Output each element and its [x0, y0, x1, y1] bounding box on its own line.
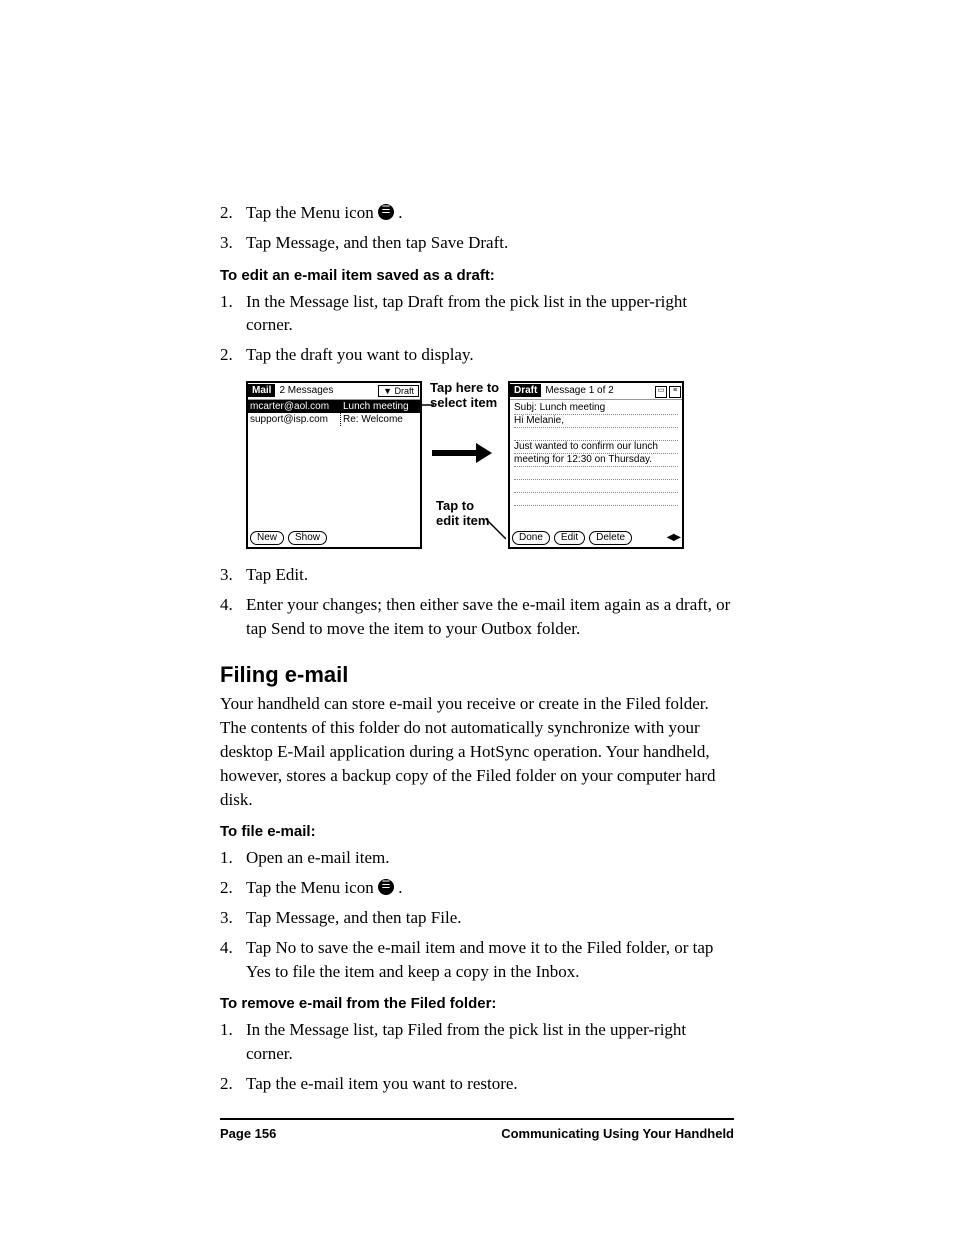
section-heading-filing: Filing e-mail: [220, 662, 734, 688]
step-number: 1.: [220, 290, 246, 338]
step-item: 1. In the Message list, tap Draft from t…: [220, 290, 734, 338]
step-text: Tap No to save the e-mail item and move …: [246, 936, 734, 984]
text-span: .: [398, 878, 402, 897]
text-span: Tap the Menu icon: [246, 203, 378, 222]
step-item: 2. Tap the Menu icon ☰ .: [220, 201, 734, 225]
step-text: Tap Message, and then tap Save Draft.: [246, 231, 734, 255]
mail-count-text: 2 Messages: [275, 385, 378, 396]
body-line: [514, 493, 678, 506]
text-span: .: [398, 203, 402, 222]
mail-rows: mcarter@aol.com Lunch meeting support@is…: [248, 400, 420, 426]
title-icons: ▭≡: [654, 384, 682, 398]
message-body: Subj: Lunch meeting Hi Melanie, Just wan…: [510, 400, 682, 529]
step-item: 2. Tap the draft you want to display.: [220, 343, 734, 367]
step-number: 1.: [220, 1018, 246, 1066]
body-line: Hi Melanie,: [514, 415, 678, 428]
step-text: Tap Message, and then tap File.: [246, 906, 734, 930]
step-item: 4. Tap No to save the e-mail item and mo…: [220, 936, 734, 984]
done-button[interactable]: Done: [512, 531, 550, 545]
body-line: [514, 428, 678, 441]
figure-row: Mail 2 Messages ▼ Draft mcarter@aol.com …: [246, 381, 734, 549]
step-number: 3.: [220, 563, 246, 587]
step-item: 3. Tap Edit.: [220, 563, 734, 587]
edit-button[interactable]: Edit: [554, 531, 585, 545]
mail-subject: Lunch meeting: [341, 400, 420, 413]
body-line: meeting for 12:30 on Thursday.: [514, 454, 678, 467]
section-paragraph: Your handheld can store e-mail you recei…: [220, 692, 734, 811]
callout-line-icon: [420, 401, 434, 409]
step-number: 4.: [220, 936, 246, 984]
step-item: 3. Tap Message, and then tap File.: [220, 906, 734, 930]
step-text: Tap the Menu icon ☰ .: [246, 876, 734, 900]
step-item: 1. In the Message list, tap Filed from t…: [220, 1018, 734, 1066]
mail-row[interactable]: support@isp.com Re: Welcome: [248, 413, 420, 426]
step-text: Tap the draft you want to display.: [246, 343, 734, 367]
step-number: 2.: [220, 201, 246, 225]
step-item: 4. Enter your changes; then either save …: [220, 593, 734, 641]
new-button[interactable]: New: [250, 531, 284, 545]
step-number: 3.: [220, 231, 246, 255]
mail-from: support@isp.com: [248, 413, 341, 426]
body-line: [514, 467, 678, 480]
nav-arrows-icon[interactable]: ◀▶: [667, 532, 680, 543]
step-number: 4.: [220, 593, 246, 641]
subheading-file-email: To file e-mail:: [220, 823, 734, 840]
mail-from: mcarter@aol.com: [248, 400, 341, 413]
mail-title-bar: Mail 2 Messages ▼ Draft: [248, 383, 420, 400]
step-item: 3. Tap Message, and then tap Save Draft.: [220, 231, 734, 255]
step-text: Tap the e-mail item you want to restore.: [246, 1072, 734, 1096]
mail-button-row: New Show: [248, 529, 420, 547]
mail-row[interactable]: mcarter@aol.com Lunch meeting: [248, 400, 420, 413]
step-number: 2.: [220, 876, 246, 900]
step-text: In the Message list, tap Draft from the …: [246, 290, 734, 338]
draft-button-row: Done Edit Delete ◀▶: [510, 529, 682, 547]
callout-select-item: Tap here to select item: [430, 381, 500, 411]
subheading-edit-draft: To edit an e-mail item saved as a draft:: [220, 267, 734, 284]
text-span: Tap the Menu icon: [246, 878, 378, 897]
step-text: Tap the Menu icon ☰ .: [246, 201, 734, 225]
menu-icon: ☰: [378, 879, 394, 895]
draft-title-bar: Draft Message 1 of 2 ▭≡: [510, 383, 682, 400]
document-page: 2. Tap the Menu icon ☰ . 3. Tap Message,…: [0, 0, 954, 1241]
step-number: 2.: [220, 343, 246, 367]
draft-app-label: Draft: [510, 384, 541, 397]
page-number: Page 156: [220, 1126, 276, 1141]
step-text: Open an e-mail item.: [246, 846, 734, 870]
chapter-title: Communicating Using Your Handheld: [501, 1126, 734, 1141]
arrow-right-icon: [432, 441, 492, 465]
subject-label: Subj:: [514, 402, 537, 413]
subject-value: Lunch meeting: [540, 402, 606, 413]
delete-button[interactable]: Delete: [589, 531, 632, 545]
step-text: In the Message list, tap Filed from the …: [246, 1018, 734, 1066]
mail-subject: Re: Welcome: [341, 413, 420, 426]
mail-list-screenshot: Mail 2 Messages ▼ Draft mcarter@aol.com …: [246, 381, 422, 549]
step-item: 2. Tap the Menu icon ☰ .: [220, 876, 734, 900]
step-text: Tap Edit.: [246, 563, 734, 587]
step-item: 1. Open an e-mail item.: [220, 846, 734, 870]
mail-app-label: Mail: [248, 384, 275, 397]
step-item: 2. Tap the e-mail item you want to resto…: [220, 1072, 734, 1096]
step-number: 2.: [220, 1072, 246, 1096]
body-line: [514, 480, 678, 493]
page-footer: Page 156 Communicating Using Your Handhe…: [220, 1118, 734, 1141]
window-icon[interactable]: ▭: [655, 386, 667, 398]
step-text: Enter your changes; then either save the…: [246, 593, 734, 641]
subheading-remove-filed: To remove e-mail from the Filed folder:: [220, 995, 734, 1012]
step-number: 3.: [220, 906, 246, 930]
list-icon[interactable]: ≡: [669, 386, 681, 398]
step-number: 1.: [220, 846, 246, 870]
message-position-text: Message 1 of 2: [541, 385, 654, 396]
menu-icon: ☰: [378, 204, 394, 220]
subject-line: Subj: Lunch meeting: [514, 402, 678, 415]
spacer: [248, 426, 420, 529]
body-line: Just wanted to confirm our lunch: [514, 441, 678, 454]
folder-dropdown[interactable]: ▼ Draft: [378, 385, 419, 397]
callout-line-icon: [486, 511, 506, 541]
draft-message-screenshot: Draft Message 1 of 2 ▭≡ Subj: Lunch meet…: [508, 381, 684, 549]
show-button[interactable]: Show: [288, 531, 327, 545]
